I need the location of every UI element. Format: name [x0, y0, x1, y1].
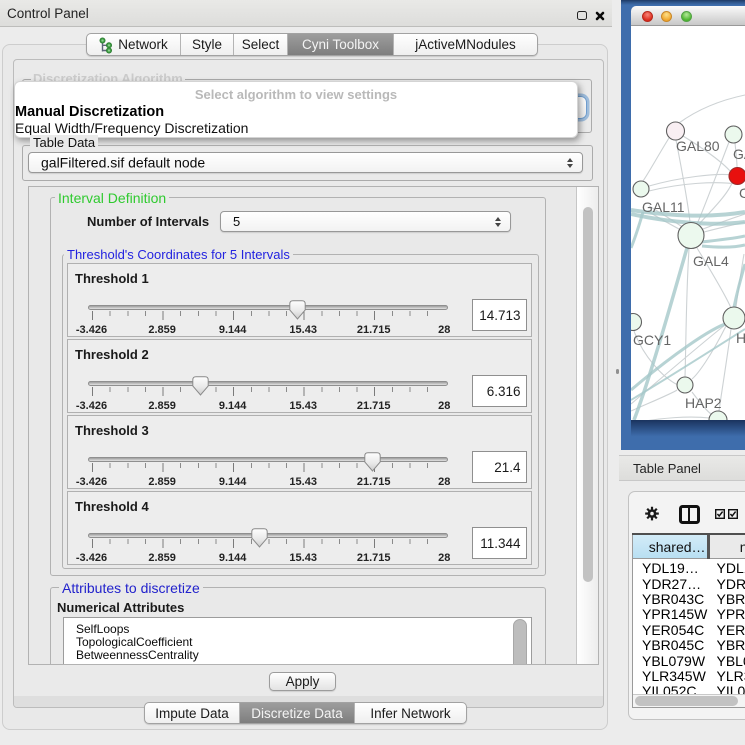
svg-text:GAL4: GAL4: [693, 253, 729, 269]
svg-text:GAL80: GAL80: [676, 138, 720, 154]
svg-text:C: C: [739, 185, 745, 201]
svg-text:GAL1: GAL1: [733, 146, 745, 162]
svg-text:GCY1: GCY1: [633, 332, 671, 348]
svg-text:H: H: [736, 330, 745, 346]
svg-text:GAL11: GAL11: [642, 199, 685, 215]
svg-text:HAP2: HAP2: [685, 395, 722, 411]
